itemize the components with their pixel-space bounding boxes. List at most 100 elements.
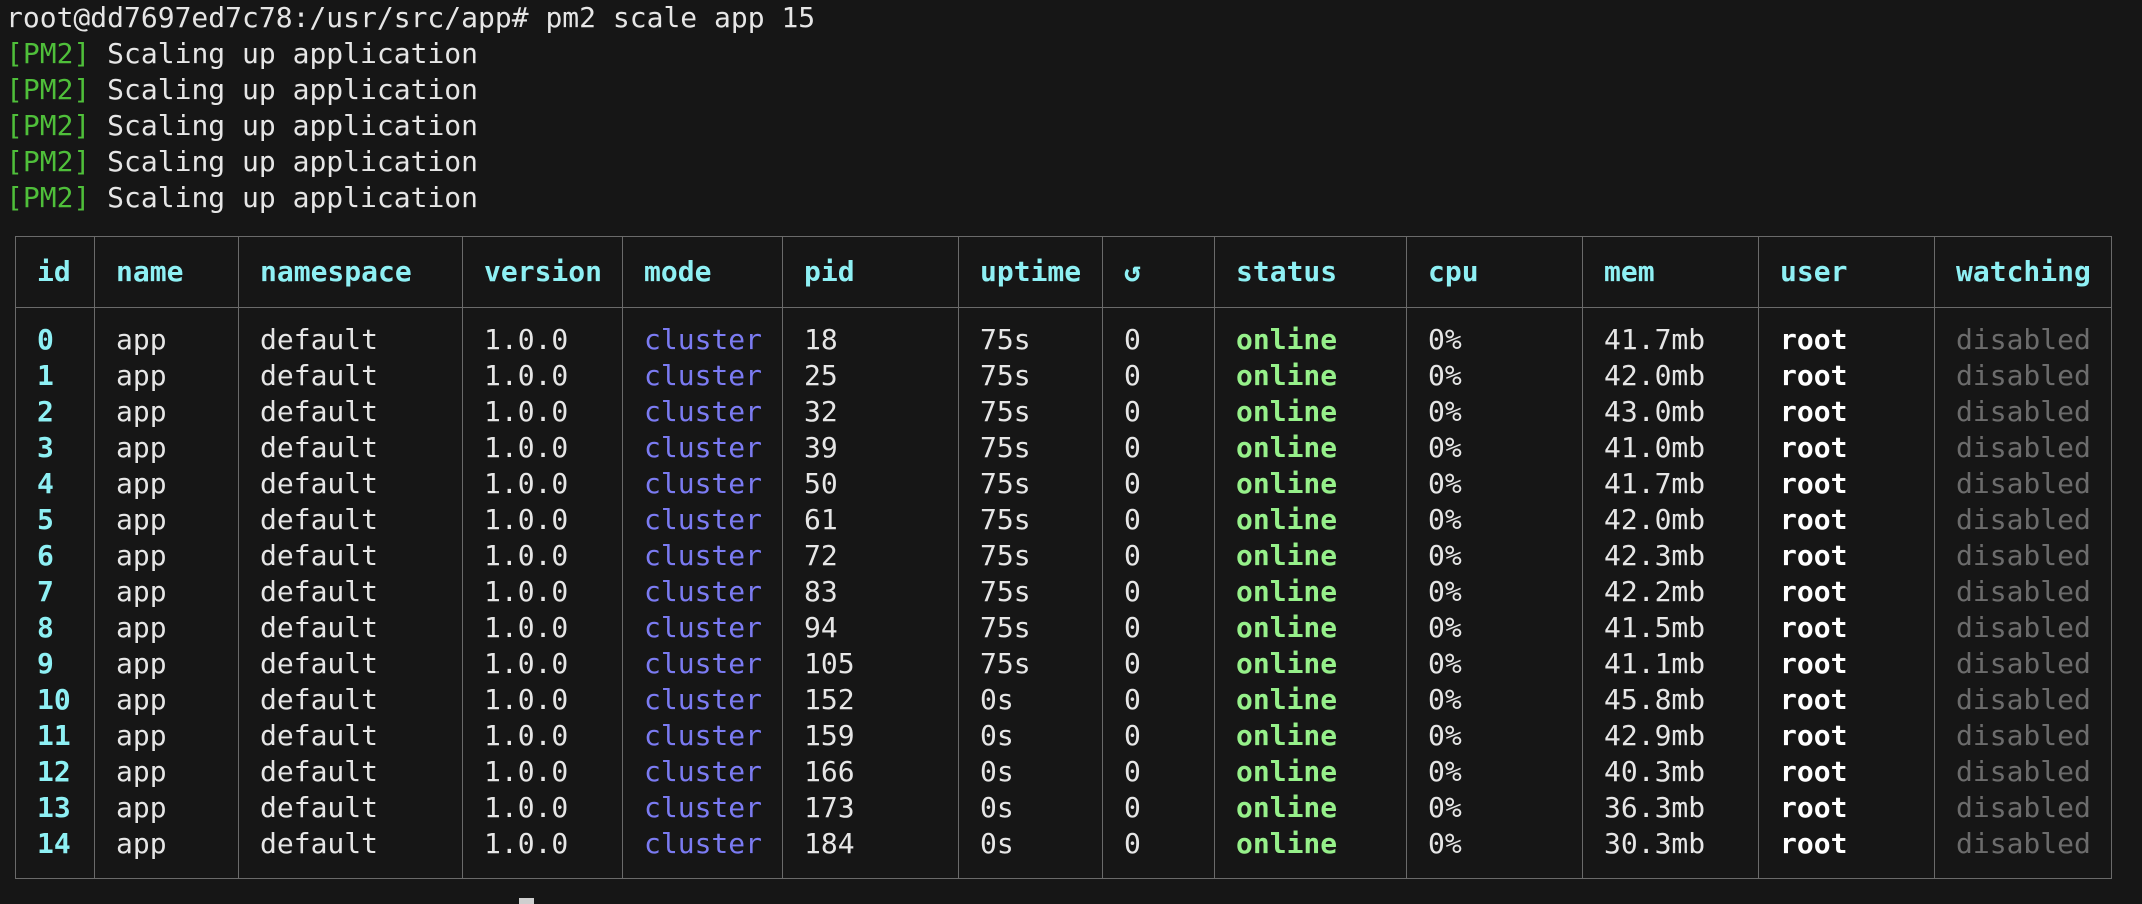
cell-mode: cluster xyxy=(622,538,783,574)
cell-pid: 184 xyxy=(782,826,959,862)
output-text: Scaling up application xyxy=(90,145,479,178)
cell-cpu: 0% xyxy=(1406,538,1583,574)
cell-status: online xyxy=(1214,358,1407,394)
cell-mem: 30.3mb xyxy=(1582,826,1759,862)
cell-name: app xyxy=(94,358,239,394)
cell-pid: 152 xyxy=(782,682,959,718)
cell-uptime: 75s xyxy=(958,646,1103,682)
cell-id: 0 xyxy=(15,322,95,358)
cell-watching: disabled xyxy=(1934,718,2112,754)
cell-mem: 42.2mb xyxy=(1582,574,1759,610)
cell-watching: disabled xyxy=(1934,682,2112,718)
cell-mode: cluster xyxy=(622,754,783,790)
cell-mem: 45.8mb xyxy=(1582,682,1759,718)
cell-mode: cluster xyxy=(622,646,783,682)
cell-mem: 41.5mb xyxy=(1582,610,1759,646)
column-header-uptime: uptime xyxy=(958,236,1103,308)
cell-watching: disabled xyxy=(1934,502,2112,538)
table-header-row: id name namespace version mode pid uptim… xyxy=(15,236,2112,308)
cell-restarts: 0 xyxy=(1102,502,1215,538)
cell-user: root xyxy=(1758,466,1935,502)
cell-mode: cluster xyxy=(622,718,783,754)
cell-id: 14 xyxy=(15,826,95,862)
cell-watching: disabled xyxy=(1934,466,2112,502)
output-line: [PM2] Scaling up application xyxy=(6,72,478,108)
cell-name: app xyxy=(94,538,239,574)
cell-id: 12 xyxy=(15,754,95,790)
cell-name: app xyxy=(94,466,239,502)
cell-version: 1.0.0 xyxy=(462,358,623,394)
column-header-restarts: ↺ xyxy=(1102,236,1215,308)
cell-watching: disabled xyxy=(1934,430,2112,466)
cell-pid: 159 xyxy=(782,718,959,754)
cell-cpu: 0% xyxy=(1406,430,1583,466)
cell-status: online xyxy=(1214,610,1407,646)
cell-uptime: 75s xyxy=(958,466,1103,502)
cell-watching: disabled xyxy=(1934,574,2112,610)
cell-version: 1.0.0 xyxy=(462,430,623,466)
terminal-cursor xyxy=(519,898,534,904)
output-line: [PM2] Scaling up application xyxy=(6,36,478,72)
cell-pid: 166 xyxy=(782,754,959,790)
cell-mode: cluster xyxy=(622,574,783,610)
cell-mem: 42.3mb xyxy=(1582,538,1759,574)
cell-cpu: 0% xyxy=(1406,718,1583,754)
cell-cpu: 0% xyxy=(1406,322,1583,358)
table-row: 7 app default 1.0.0 cluster 83 75s 0 online 0% 42.… xyxy=(15,574,2112,610)
column-header-namespace: namespace xyxy=(238,236,463,308)
cell-name: app xyxy=(94,646,239,682)
cell-status: online xyxy=(1214,682,1407,718)
cell-mode: cluster xyxy=(622,610,783,646)
cell-mem: 42.0mb xyxy=(1582,358,1759,394)
cell-id: 5 xyxy=(15,502,95,538)
cell-pid: 50 xyxy=(782,466,959,502)
cell-user: root xyxy=(1758,430,1935,466)
cell-mem: 41.7mb xyxy=(1582,322,1759,358)
cell-name: app xyxy=(94,502,239,538)
cell-namespace: default xyxy=(238,538,463,574)
terminal-window[interactable]: root@dd7697ed7c78:/usr/src/app# pm2 scal… xyxy=(0,0,2142,904)
cell-restarts: 0 xyxy=(1102,826,1215,862)
cell-restarts: 0 xyxy=(1102,538,1215,574)
table-row: 4 app default 1.0.0 cluster 50 75s 0 online 0% 41.… xyxy=(15,466,2112,502)
cell-version: 1.0.0 xyxy=(462,394,623,430)
cell-name: app xyxy=(94,394,239,430)
table-spacer xyxy=(15,862,2112,879)
cell-pid: 72 xyxy=(782,538,959,574)
command-prompt-line: root@dd7697ed7c78:/usr/src/app# pm2 scal… xyxy=(6,1,816,34)
table-row: 2 app default 1.0.0 cluster 32 75s 0 online 0% 43.… xyxy=(15,394,2112,430)
cell-restarts: 0 xyxy=(1102,790,1215,826)
cell-mem: 42.9mb xyxy=(1582,718,1759,754)
cell-uptime: 0s xyxy=(958,682,1103,718)
cell-uptime: 75s xyxy=(958,610,1103,646)
cell-cpu: 0% xyxy=(1406,646,1583,682)
cell-mode: cluster xyxy=(622,466,783,502)
cell-namespace: default xyxy=(238,466,463,502)
cell-namespace: default xyxy=(238,754,463,790)
cell-restarts: 0 xyxy=(1102,322,1215,358)
cell-user: root xyxy=(1758,826,1935,862)
cell-uptime: 75s xyxy=(958,322,1103,358)
cell-id: 1 xyxy=(15,358,95,394)
output-line: [PM2] Scaling up application xyxy=(6,108,478,144)
column-header-cpu: cpu xyxy=(1406,236,1583,308)
column-header-watching: watching xyxy=(1934,236,2112,308)
column-header-status: status xyxy=(1214,236,1407,308)
cell-version: 1.0.0 xyxy=(462,646,623,682)
table-row: 3 app default 1.0.0 cluster 39 75s 0 online 0% 41.… xyxy=(15,430,2112,466)
cell-version: 1.0.0 xyxy=(462,466,623,502)
column-header-mem: mem xyxy=(1582,236,1759,308)
cell-cpu: 0% xyxy=(1406,826,1583,862)
cell-version: 1.0.0 xyxy=(462,826,623,862)
cell-status: online xyxy=(1214,466,1407,502)
cell-uptime: 75s xyxy=(958,502,1103,538)
cell-mode: cluster xyxy=(622,322,783,358)
cell-uptime: 0s xyxy=(958,754,1103,790)
cell-version: 1.0.0 xyxy=(462,610,623,646)
cell-namespace: default xyxy=(238,322,463,358)
column-header-version: version xyxy=(462,236,623,308)
cell-version: 1.0.0 xyxy=(462,538,623,574)
column-header-pid: pid xyxy=(782,236,959,308)
cell-mem: 40.3mb xyxy=(1582,754,1759,790)
cell-name: app xyxy=(94,790,239,826)
